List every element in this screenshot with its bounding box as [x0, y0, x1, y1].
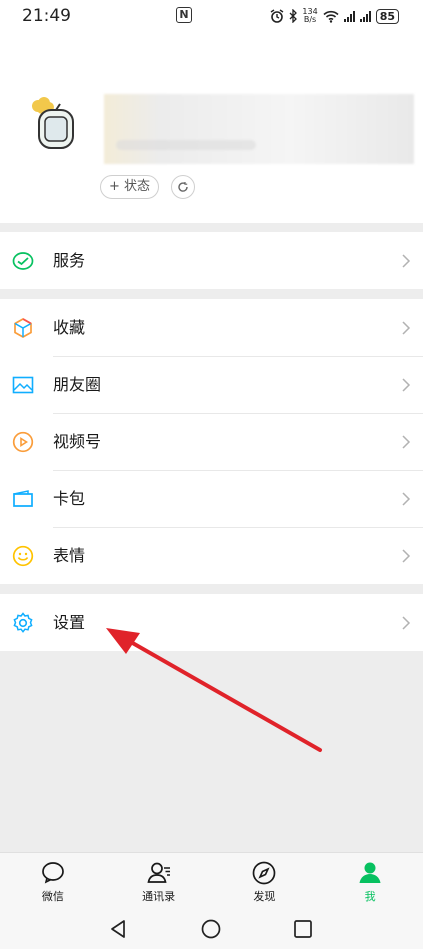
tab-discover[interactable]: 发现: [212, 853, 318, 909]
compass-icon: [253, 861, 276, 885]
chat-bubble-icon: [42, 862, 64, 884]
tab-label: 发现: [253, 890, 276, 903]
battery-level: 85: [375, 8, 399, 24]
menu-item-moments[interactable]: 朋友圈: [0, 356, 423, 413]
menu-item-services[interactable]: 服务: [0, 232, 423, 289]
tab-me[interactable]: 我: [317, 853, 423, 909]
tab-label: 我: [364, 890, 376, 903]
tab-label: 微信: [41, 890, 64, 903]
menu-label: 朋友圈: [53, 375, 102, 394]
profile-card[interactable]: + 状态: [0, 34, 423, 223]
bottom-tab-bar: 微信 通讯录 发现 我: [0, 852, 423, 909]
features-group: 收藏 朋友圈 视频号 卡包 表情: [0, 299, 423, 584]
settings-group: 设置: [0, 594, 423, 651]
menu-item-stickers[interactable]: 表情: [0, 527, 423, 584]
chevron-right-icon: [402, 378, 411, 392]
refresh-icon: [178, 182, 188, 192]
nickname-redacted: [104, 94, 414, 164]
recents-square-icon[interactable]: [292, 918, 314, 940]
menu-label: 视频号: [53, 432, 102, 451]
menu-label: 设置: [53, 613, 86, 632]
alarm-icon: [271, 9, 284, 23]
tab-label: 通讯录: [142, 890, 176, 903]
chevron-right-icon: [402, 435, 411, 449]
chevron-right-icon: [402, 321, 411, 335]
wifi-icon: [323, 10, 339, 23]
status-bar: 21:49 N 134 B/s 85: [0, 0, 423, 34]
home-circle-icon[interactable]: [200, 918, 222, 940]
moments-image-icon: [12, 376, 34, 394]
services-icon: [12, 252, 34, 270]
gear-icon: [13, 612, 33, 633]
signal-icon-1: [343, 10, 355, 22]
refresh-status-button[interactable]: [171, 175, 195, 199]
back-triangle-icon[interactable]: [107, 918, 129, 940]
favorites-cube-icon: [14, 318, 32, 338]
menu-item-cards[interactable]: 卡包: [0, 470, 423, 527]
menu-label: 表情: [53, 546, 86, 565]
menu-item-favorites[interactable]: 收藏: [0, 299, 423, 356]
system-nav-bar: [0, 908, 423, 949]
services-group: 服务: [0, 232, 423, 289]
bluetooth-icon: [289, 9, 298, 23]
smiley-icon: [12, 545, 34, 567]
chevron-right-icon: [402, 254, 411, 268]
chevron-right-icon: [402, 616, 411, 630]
wallet-card-icon: [13, 490, 33, 507]
contacts-icon: [147, 862, 170, 883]
menu-label: 收藏: [53, 318, 86, 337]
add-status-button[interactable]: + 状态: [100, 175, 160, 199]
avatar[interactable]: [22, 94, 88, 160]
status-icons: 134 B/s 85: [270, 6, 399, 26]
network-speed: 134 B/s: [302, 7, 318, 24]
person-icon: [359, 862, 381, 883]
clock: 21:49: [22, 6, 71, 26]
channels-play-icon: [12, 431, 34, 453]
menu-label: 服务: [53, 251, 86, 270]
chevron-right-icon: [402, 492, 411, 506]
nfc-icon: N: [176, 7, 192, 23]
tab-chats[interactable]: 微信: [0, 853, 106, 909]
menu-label: 卡包: [53, 489, 86, 508]
signal-icon-2: [359, 10, 371, 22]
menu-item-channels[interactable]: 视频号: [0, 413, 423, 470]
menu-item-settings[interactable]: 设置: [0, 594, 423, 651]
tab-contacts[interactable]: 通讯录: [106, 853, 212, 909]
chevron-right-icon: [402, 549, 411, 563]
